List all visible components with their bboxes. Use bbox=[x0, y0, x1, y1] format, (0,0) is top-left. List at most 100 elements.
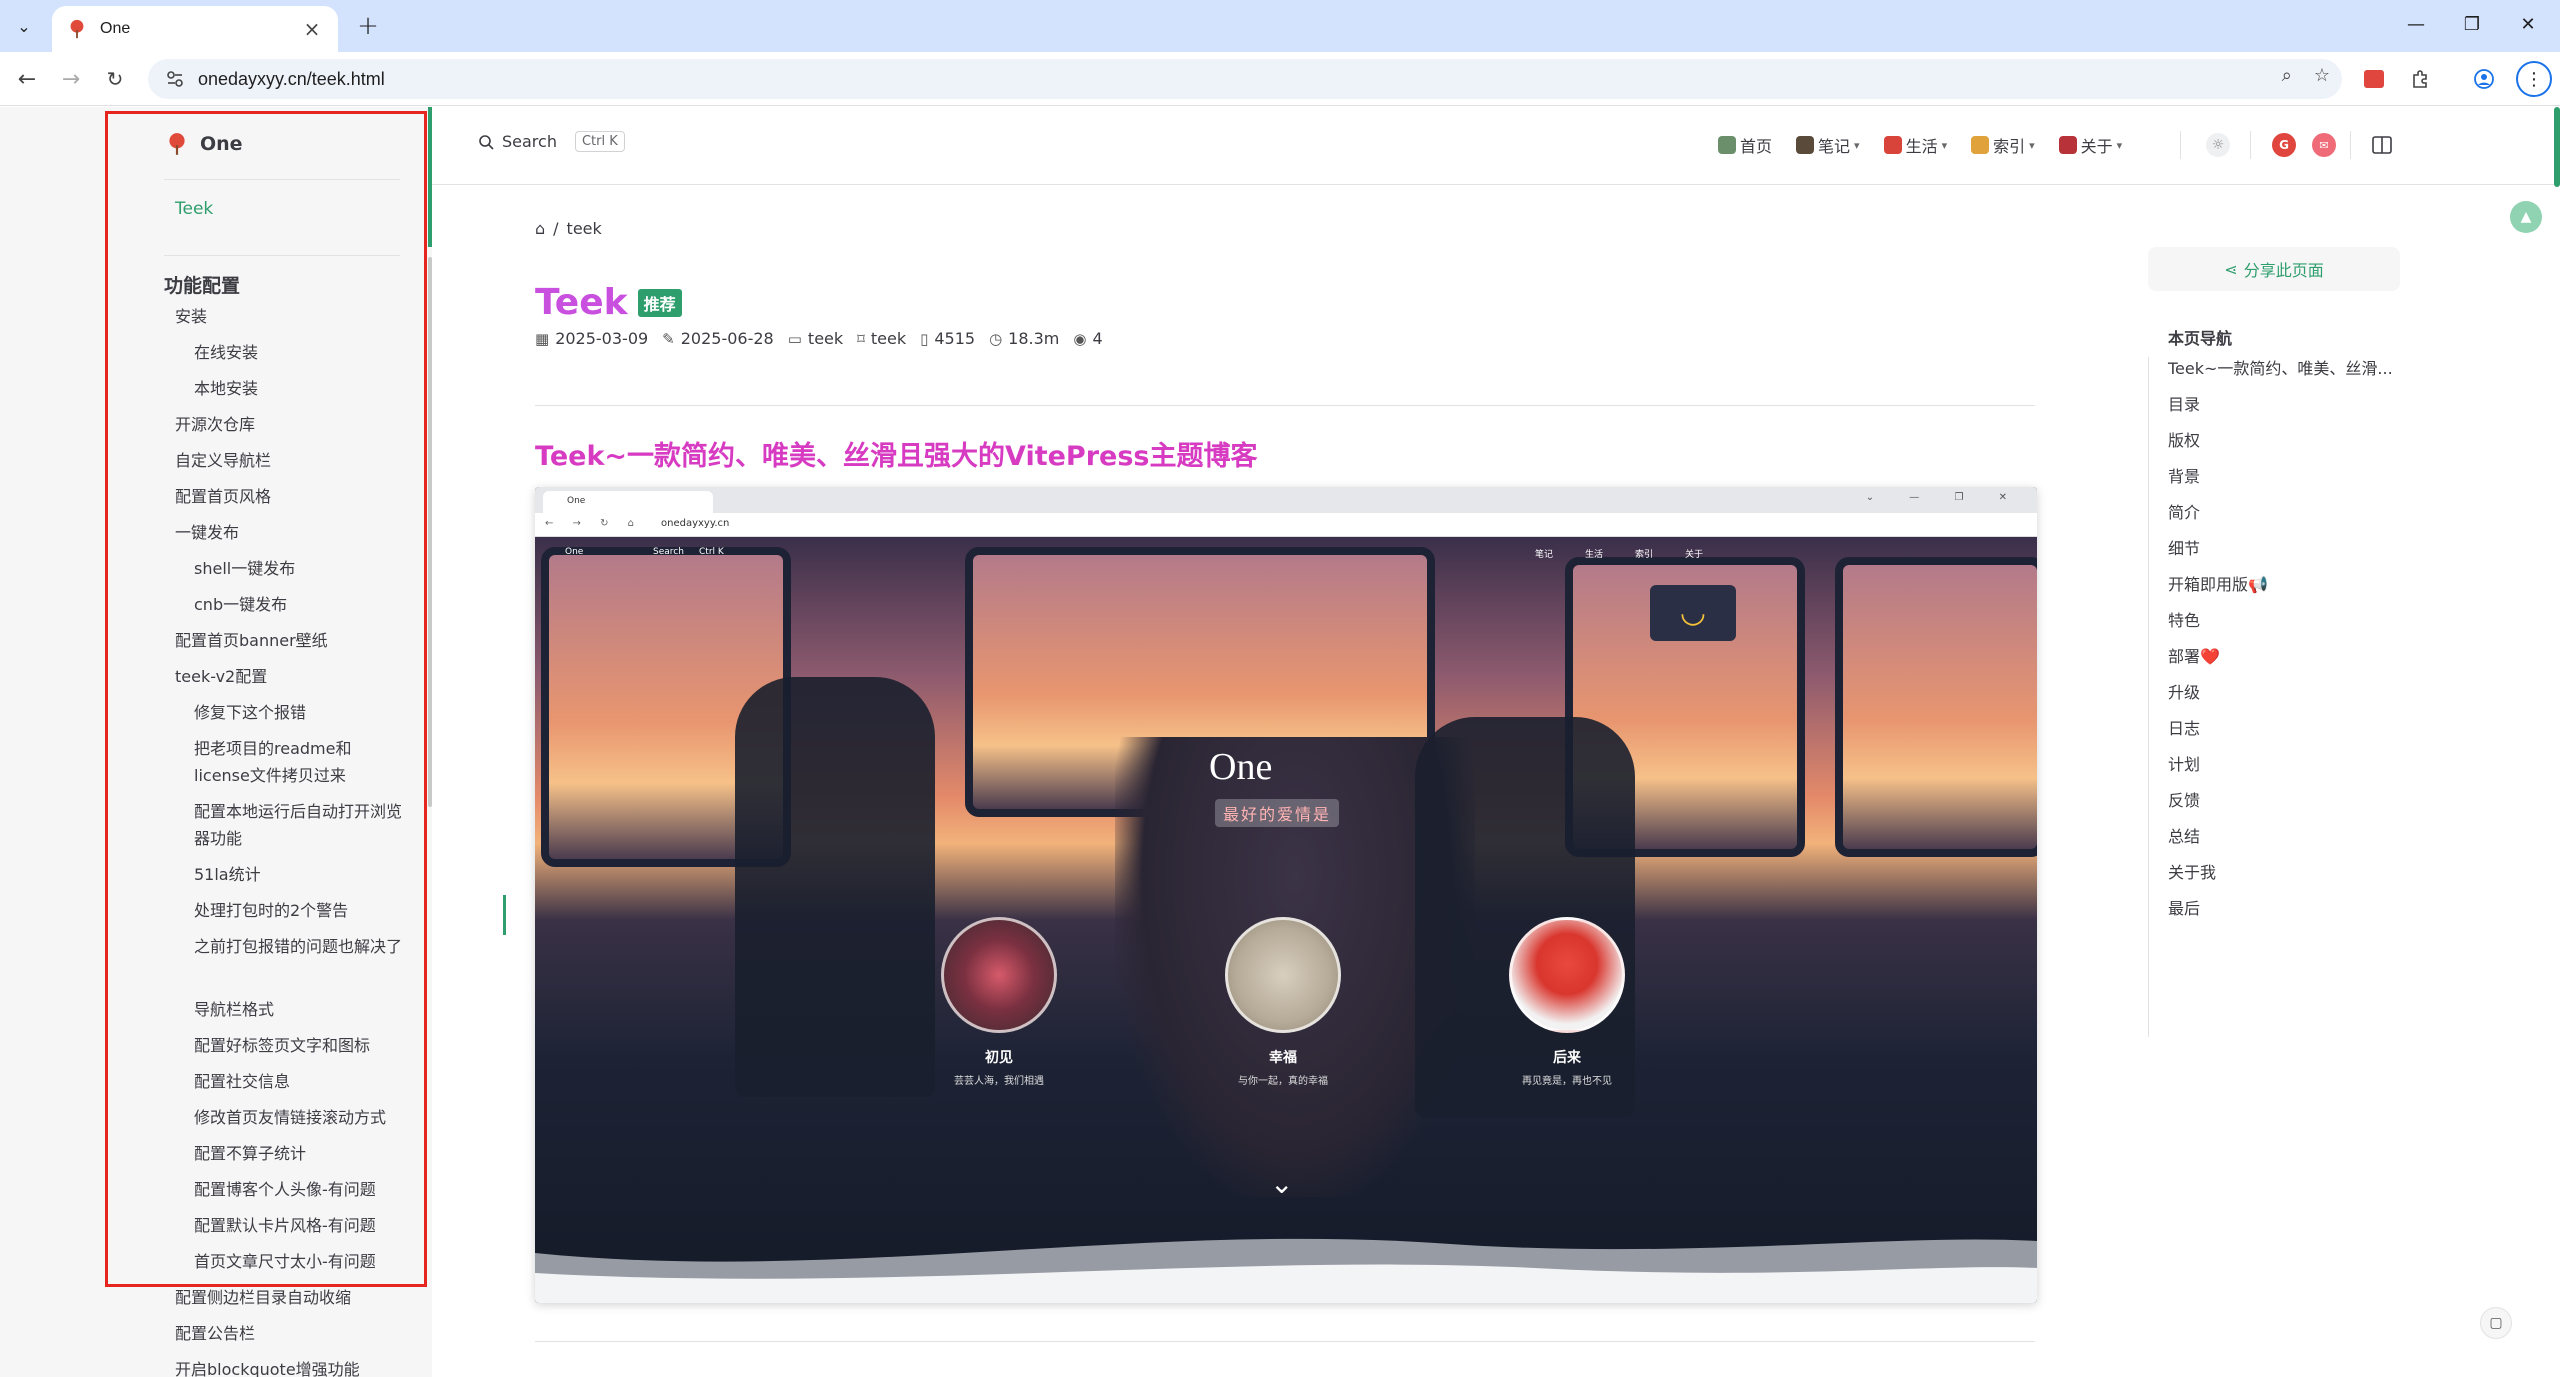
forward-button[interactable]: → bbox=[56, 64, 86, 94]
reload-button[interactable]: ↻ bbox=[100, 64, 130, 94]
toc-item[interactable]: 日志 bbox=[2168, 715, 2200, 739]
toc-item[interactable]: 升级 bbox=[2168, 679, 2200, 703]
sidebar-item[interactable]: 之前打包报错的问题也解决了 bbox=[194, 933, 406, 960]
breadcrumb: ⌂ / teek bbox=[535, 219, 602, 238]
back-to-top-icon[interactable]: ▲ bbox=[2510, 201, 2542, 233]
logo-tree-icon bbox=[169, 133, 185, 155]
bookmark-star-icon[interactable]: ☆ bbox=[2314, 65, 2330, 86]
browser-menu-button[interactable]: ⋮ bbox=[2516, 61, 2552, 97]
toc-item[interactable]: 部署❤️ bbox=[2168, 643, 2220, 667]
nav-notes[interactable]: 笔记 ▾ bbox=[1796, 133, 1860, 157]
restore-button[interactable]: ❐ bbox=[2448, 10, 2496, 38]
toc-divider bbox=[2148, 357, 2149, 1037]
nav-index[interactable]: 索引 ▾ bbox=[1971, 133, 2035, 157]
sidebar-item[interactable]: shell一键发布 bbox=[194, 555, 406, 582]
sidebar-item[interactable]: 自定义导航栏 bbox=[175, 447, 405, 474]
sidebar-item[interactable]: 开源次仓库 bbox=[175, 411, 405, 438]
minimize-button[interactable]: — bbox=[2392, 10, 2440, 38]
logo-text: One bbox=[200, 133, 243, 155]
main-nav: 首页 笔记 ▾ 生活 ▾ 索引 ▾ 关于 ▾ bbox=[1718, 133, 2146, 157]
sidebar-item[interactable]: 配置首页风格 bbox=[175, 483, 405, 510]
site-logo[interactable]: One bbox=[164, 131, 243, 157]
sidebar-item[interactable]: 修复下这个报错 bbox=[194, 699, 406, 726]
sidebar-scrollbar[interactable] bbox=[428, 257, 432, 807]
site-header: Search Ctrl K 首页 笔记 ▾ 生活 ▾ 索引 ▾ 关于 ▾ ☼ G… bbox=[432, 107, 2560, 185]
toc-item[interactable]: 简介 bbox=[2168, 499, 2200, 523]
shot-site-nav: One Search Ctrl K 笔记 生活 索引 关于 bbox=[535, 537, 2037, 567]
toc-item[interactable]: 反馈 bbox=[2168, 787, 2200, 811]
sidebar-item[interactable]: 开启blockquote增强功能 bbox=[175, 1356, 405, 1377]
search-button[interactable]: Search Ctrl K bbox=[478, 131, 625, 152]
tab-search-button[interactable]: ⌄ bbox=[10, 12, 38, 40]
toc-item[interactable]: 目录 bbox=[2168, 391, 2200, 415]
browser-tab[interactable]: One × bbox=[52, 6, 338, 52]
home-icon[interactable]: ⌂ bbox=[535, 219, 545, 238]
sidebar-item[interactable]: 在线安装 bbox=[194, 339, 406, 366]
profile-icon[interactable] bbox=[2470, 65, 2498, 93]
browser-tab-strip: ⌄ One × + — ❐ ✕ bbox=[0, 0, 2560, 52]
comment-icon[interactable]: ▢ bbox=[2480, 1307, 2512, 1339]
sidebar-item[interactable]: 配置默认卡片风格-有问题 bbox=[194, 1212, 406, 1239]
sidebar-item[interactable]: 一键发布 bbox=[175, 519, 405, 546]
sidebar-item[interactable]: 修改首页友情链接滚动方式 bbox=[194, 1104, 406, 1131]
meta-readtime: ◷ 18.3m bbox=[989, 329, 1059, 348]
toc-item[interactable]: 背景 bbox=[2168, 463, 2200, 487]
sidebar-section-title[interactable]: 功能配置 bbox=[164, 271, 240, 298]
meta-tag[interactable]: ⌑ teek bbox=[857, 329, 906, 348]
sidebar-item[interactable]: 51la统计 bbox=[194, 861, 406, 888]
page-scrollbar[interactable] bbox=[2554, 107, 2560, 187]
gitee-icon[interactable]: G bbox=[2272, 133, 2296, 157]
sidebar-item[interactable]: 处理打包时的2个警告 bbox=[194, 897, 406, 924]
sidebar-item[interactable]: 首页文章尺寸太小-有问题 bbox=[194, 1248, 406, 1275]
site-info-icon[interactable] bbox=[162, 66, 188, 92]
sidebar-item[interactable]: teek-v2配置 bbox=[175, 663, 405, 690]
shot-nav-item: 生活 bbox=[1585, 550, 1604, 560]
toc-item[interactable]: 计划 bbox=[2168, 751, 2200, 775]
toc-item[interactable]: 最后 bbox=[2168, 895, 2200, 919]
toc-item[interactable]: 开箱即用版📢 bbox=[2168, 571, 2268, 595]
sidebar-item[interactable]: cnb一键发布 bbox=[194, 591, 406, 618]
sidebar-item[interactable]: 本地安装 bbox=[194, 375, 406, 402]
card-subtitle: 与你一起，真的幸福 bbox=[1238, 1076, 1328, 1087]
close-tab-icon[interactable]: × bbox=[300, 17, 324, 41]
toc-item[interactable]: 特色 bbox=[2168, 607, 2200, 631]
back-button[interactable]: ← bbox=[12, 64, 42, 94]
shot-url: onedayxyy.cn bbox=[661, 518, 730, 529]
nav-about[interactable]: 关于 ▾ bbox=[2058, 133, 2122, 157]
share-page-button[interactable]: ⋖ 分享此页面 bbox=[2148, 247, 2400, 291]
sidebar-link-teek[interactable]: Teek bbox=[175, 199, 213, 219]
sidebar-item[interactable]: 把老项目的readme和license文件拷贝过来 bbox=[194, 735, 406, 789]
sidebar-item[interactable]: 配置博客个人头像-有问题 bbox=[194, 1176, 406, 1203]
toc-item[interactable]: 细节 bbox=[2168, 535, 2200, 559]
toc-item[interactable]: 总结 bbox=[2168, 823, 2200, 847]
sidebar: One Teek 功能配置 安装 在线安装 本地安装 开源次仓库 自定义导航栏 … bbox=[0, 107, 432, 1377]
meta-category[interactable]: ▭ teek bbox=[788, 329, 843, 348]
address-bar[interactable]: onedayxyy.cn/teek.html ⌕ ☆ bbox=[148, 59, 2342, 99]
sidebar-item[interactable]: 配置侧边栏目录自动收缩 bbox=[175, 1284, 405, 1311]
extensions-puzzle-icon[interactable] bbox=[2406, 65, 2434, 93]
theme-toggle-icon[interactable]: ☼ bbox=[2206, 133, 2230, 157]
toc-item[interactable]: 关于我 bbox=[2168, 859, 2216, 883]
close-window-button[interactable]: ✕ bbox=[2504, 10, 2552, 38]
shot-search: Search bbox=[653, 547, 684, 557]
sidebar-item[interactable]: 安装 bbox=[175, 303, 405, 330]
toc-item[interactable]: 版权 bbox=[2168, 427, 2200, 451]
sidebar-item[interactable]: 配置社交信息 bbox=[194, 1068, 406, 1095]
breadcrumb-item[interactable]: teek bbox=[567, 219, 602, 238]
shot-window-controls: ⌄ — ❐ ✕ bbox=[1865, 492, 2023, 503]
new-tab-button[interactable]: + bbox=[352, 10, 384, 42]
nav-home[interactable]: 首页 bbox=[1718, 133, 1772, 157]
sidebar-item[interactable]: 导航栏格式 bbox=[194, 996, 406, 1023]
zoom-icon[interactable]: ⌕ bbox=[2282, 65, 2292, 86]
mail-icon[interactable]: ✉ bbox=[2312, 133, 2336, 157]
sidebar-item[interactable]: 配置本地运行后自动打开浏览器功能 bbox=[194, 798, 406, 852]
reader-mode-icon[interactable] bbox=[2370, 133, 2394, 157]
sidebar-item[interactable]: 配置公告栏 bbox=[175, 1320, 405, 1347]
shot-tab: One bbox=[543, 491, 713, 513]
sidebar-item[interactable]: 配置首页banner壁纸 bbox=[175, 627, 405, 654]
nav-life[interactable]: 生活 ▾ bbox=[1883, 133, 1947, 157]
extension-red-icon[interactable] bbox=[2360, 65, 2388, 93]
sidebar-item[interactable]: 配置好标签页文字和图标 bbox=[194, 1032, 406, 1059]
sidebar-item[interactable]: 配置不算子统计 bbox=[194, 1140, 406, 1167]
toc-item[interactable]: Teek~一款简约、唯美、丝滑... bbox=[2168, 355, 2393, 379]
